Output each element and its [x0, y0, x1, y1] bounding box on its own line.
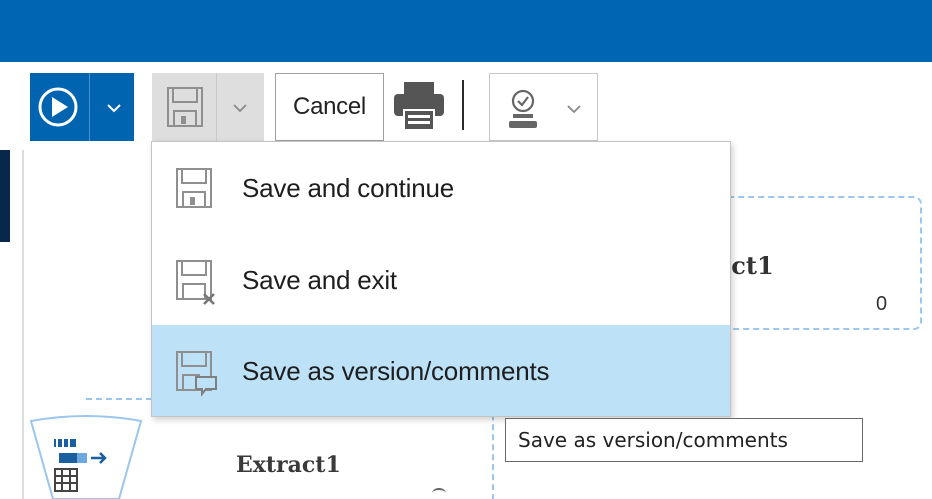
node-count-partial	[432, 488, 446, 499]
toolbar	[0, 62, 932, 150]
chevron-down-icon[interactable]	[566, 102, 582, 120]
printer-icon[interactable]	[392, 80, 446, 137]
node-title: Extract1	[236, 452, 341, 478]
save-button-separator	[216, 73, 217, 141]
run-button-separator	[89, 73, 90, 141]
menu-item-save-and-exit[interactable]: Save and exit	[152, 234, 730, 325]
menu-item-label: Save and continue	[242, 173, 454, 203]
left-panel-strip	[0, 150, 10, 242]
menu-item-label: Save as version/comments	[242, 356, 550, 386]
floppy-disk-close-icon	[174, 258, 218, 311]
cancel-button[interactable]: Cancel	[275, 73, 384, 141]
floppy-disk-icon[interactable]	[165, 85, 205, 134]
chevron-down-icon[interactable]	[232, 101, 248, 119]
menu-item-save-and-continue[interactable]: Save and continue	[152, 142, 730, 233]
save-split-button[interactable]	[152, 73, 264, 141]
menu-item-save-as-version[interactable]: Save as version/comments	[152, 325, 730, 416]
tooltip: Save as version/comments	[505, 418, 863, 462]
menu-item-label: Save and exit	[242, 265, 397, 295]
floppy-disk-icon	[174, 166, 214, 215]
approval-split-button[interactable]	[489, 73, 598, 141]
toolbar-divider	[462, 80, 464, 130]
chevron-down-icon[interactable]	[106, 101, 122, 119]
app-title-bar	[0, 0, 932, 62]
node-count: 0	[876, 293, 888, 315]
approval-stamp-icon[interactable]	[501, 88, 545, 135]
save-options-menu: Save and continue Save and exit Save as …	[151, 141, 731, 417]
run-split-button[interactable]	[30, 73, 134, 141]
play-circle-icon[interactable]	[35, 86, 81, 133]
canvas-left-border	[22, 150, 24, 499]
extract-table-icon[interactable]	[27, 415, 145, 499]
floppy-disk-comment-icon	[174, 349, 220, 402]
